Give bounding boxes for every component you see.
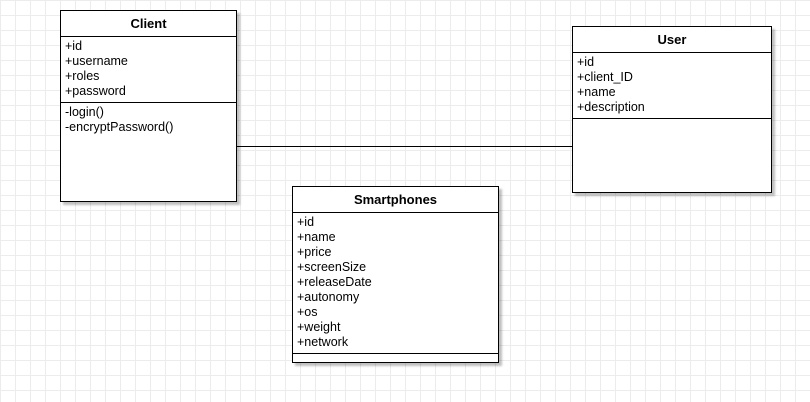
- attribute[interactable]: +roles: [65, 69, 232, 84]
- attribute[interactable]: +id: [577, 55, 767, 70]
- attribute[interactable]: +os: [297, 305, 494, 320]
- class-smartphones-attributes[interactable]: +id +name +price +screenSize +releaseDat…: [293, 213, 498, 354]
- attribute[interactable]: +description: [577, 100, 767, 115]
- attribute[interactable]: +id: [297, 215, 494, 230]
- attribute[interactable]: +autonomy: [297, 290, 494, 305]
- method[interactable]: -encryptPassword(): [65, 120, 232, 135]
- attribute[interactable]: +client_ID: [577, 70, 767, 85]
- attribute[interactable]: +password: [65, 84, 232, 99]
- diagram-canvas: Client +id +username +roles +password -l…: [0, 0, 810, 402]
- attribute[interactable]: +screenSize: [297, 260, 494, 275]
- class-smartphones[interactable]: Smartphones +id +name +price +screenSize…: [292, 186, 499, 363]
- class-user-methods[interactable]: [573, 119, 771, 192]
- attribute[interactable]: +name: [577, 85, 767, 100]
- attribute[interactable]: +price: [297, 245, 494, 260]
- attribute[interactable]: +network: [297, 335, 494, 350]
- class-client-attributes[interactable]: +id +username +roles +password: [61, 37, 236, 103]
- class-user-attributes[interactable]: +id +client_ID +name +description: [573, 53, 771, 119]
- attribute[interactable]: +id: [65, 39, 232, 54]
- class-smartphones-methods[interactable]: [293, 354, 498, 362]
- class-client-methods[interactable]: -login() -encryptPassword(): [61, 103, 236, 201]
- class-client-title[interactable]: Client: [61, 11, 236, 37]
- attribute[interactable]: +releaseDate: [297, 275, 494, 290]
- method[interactable]: -login(): [65, 105, 232, 120]
- attribute[interactable]: +username: [65, 54, 232, 69]
- class-user[interactable]: User +id +client_ID +name +description: [572, 26, 772, 193]
- attribute[interactable]: +name: [297, 230, 494, 245]
- class-smartphones-title[interactable]: Smartphones: [293, 187, 498, 213]
- class-client[interactable]: Client +id +username +roles +password -l…: [60, 10, 237, 202]
- class-user-title[interactable]: User: [573, 27, 771, 53]
- attribute[interactable]: +weight: [297, 320, 494, 335]
